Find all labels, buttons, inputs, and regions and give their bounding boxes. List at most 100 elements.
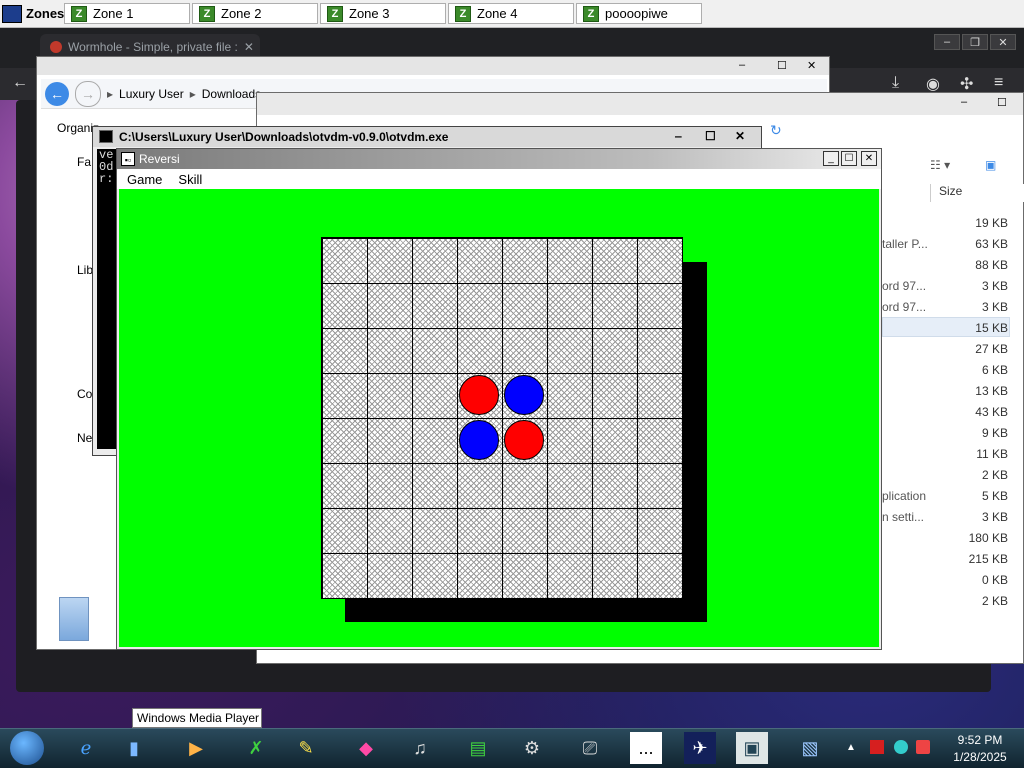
ellipsis-icon[interactable]: ...	[630, 732, 662, 764]
zone-tab-label: Zone 4	[477, 6, 518, 21]
download-icon[interactable]: ⤓	[892, 74, 899, 92]
extensions-icon[interactable]: ✣	[960, 74, 973, 94]
sidebar-favorites[interactable]: Fa	[77, 155, 91, 169]
wormhole-icon	[50, 41, 62, 53]
back-arrow-icon[interactable]: ←	[12, 74, 28, 92]
alert-tray-icon[interactable]	[916, 740, 930, 754]
file-name[interactable]: ord 97...	[882, 300, 926, 314]
cmd-console[interactable]: ve 0d r:	[97, 149, 117, 449]
zone-tab-3[interactable]: Z Zone 3	[320, 3, 446, 24]
explorer-minimize-button[interactable]: ‒	[739, 59, 745, 71]
breadcrumb-sep-icon: ▸	[107, 86, 114, 101]
pencil-icon[interactable]: ✎	[290, 732, 322, 764]
package-icon[interactable]: ⚙	[516, 732, 548, 764]
explorer-maximize-button[interactable]: ☐	[997, 96, 1007, 109]
zones-icon	[2, 4, 22, 23]
flag-icon[interactable]	[870, 740, 884, 754]
file-size: 15 KB	[975, 321, 1008, 335]
sidebar-computer[interactable]: Co	[77, 387, 92, 401]
zone-tab-label: Zone 2	[221, 6, 262, 21]
reversi-disc-blue	[504, 375, 544, 415]
file-size: 3 KB	[981, 300, 1008, 314]
explorer-minimize-button[interactable]: ‒	[961, 96, 967, 108]
file-size: 27 KB	[975, 342, 1008, 356]
zone-icon: Z	[71, 5, 87, 22]
zone-tab-label: Zone 1	[93, 6, 134, 21]
zone-tab-4[interactable]: Z Zone 4	[448, 3, 574, 24]
file-size: 11 KB	[976, 447, 1008, 461]
explorer-titlebar: ‒ ☐	[257, 93, 1023, 115]
browser-minimize-button[interactable]: ‒	[934, 34, 960, 50]
sidebar-libraries[interactable]: Lib	[77, 263, 93, 277]
tab-close-icon[interactable]: ✕	[244, 40, 254, 54]
browser-close-button[interactable]: ✕	[990, 34, 1016, 50]
taskbar-clock[interactable]: 9:52 PM 1/28/2025	[940, 732, 1020, 766]
network-icon[interactable]: ⎚	[574, 732, 606, 764]
account-icon[interactable]: ◉	[926, 74, 940, 94]
view-options-icon[interactable]: ☷ ▾	[930, 158, 950, 172]
box-icon[interactable]: ◆	[350, 732, 382, 764]
image-icon[interactable]: ▧	[794, 732, 826, 764]
zone-tab-2[interactable]: Z Zone 2	[192, 3, 318, 24]
menu-game[interactable]: Game	[127, 172, 162, 187]
reversi-menubar: Game Skill	[117, 169, 881, 189]
cmd-maximize-button[interactable]: ☐	[705, 129, 716, 143]
menu-icon[interactable]: ≡	[994, 74, 1003, 92]
back-icon[interactable]: ←	[45, 81, 69, 106]
cmd-close-button[interactable]: ✕	[735, 129, 745, 143]
clock-date: 1/28/2025	[953, 750, 1007, 764]
size-column-header[interactable]: Size	[930, 184, 1024, 202]
file-name[interactable]: ord 97...	[882, 279, 926, 293]
network-tray-icon[interactable]	[894, 740, 908, 754]
sidebar-network[interactable]: Ne	[77, 431, 92, 445]
reversi-maximize-button[interactable]: ☐	[841, 151, 857, 166]
file-size: 2 KB	[981, 468, 1008, 482]
file-size: 3 KB	[981, 279, 1008, 293]
browser-maximize-button[interactable]: ❐	[962, 34, 988, 50]
zones-root-label: Zones	[26, 6, 65, 21]
file-size: 9 KB	[981, 426, 1008, 440]
zone-tab-5[interactable]: Zpoooopiwe	[576, 3, 702, 24]
breadcrumb-item[interactable]: Downloads	[202, 87, 261, 101]
file-size: 13 KB	[975, 384, 1008, 398]
reversi-client-area	[119, 189, 879, 647]
zone-icon: Z	[455, 5, 471, 22]
reversi-minimize-button[interactable]: _	[823, 151, 839, 166]
taskbar-tooltip: Windows Media Player	[132, 708, 262, 728]
file-size: 3 KB	[981, 510, 1008, 524]
reversi-board[interactable]	[321, 237, 683, 599]
plane-icon[interactable]: ✈	[684, 732, 716, 764]
explorer-close-button[interactable]: ✕	[807, 59, 816, 72]
reversi-disc-red	[459, 375, 499, 415]
file-name[interactable]: taller P...	[882, 237, 928, 251]
explorer-titlebar: ‒ ☐ ✕	[37, 57, 829, 75]
zone-icon[interactable]: ▤	[462, 732, 494, 764]
explorer-maximize-button[interactable]: ☐	[777, 59, 787, 72]
breadcrumb-item[interactable]: Luxury User	[119, 87, 184, 101]
start-button[interactable]	[10, 731, 44, 765]
reversi-title: Reversi	[139, 152, 180, 166]
tray-expand-icon[interactable]: ▲	[846, 742, 856, 753]
forward-icon[interactable]: →	[75, 80, 101, 107]
ie-icon[interactable]: ℯ	[70, 732, 102, 764]
cmd-minimize-button[interactable]: ‒	[675, 129, 682, 143]
zone-icon: Z	[327, 5, 343, 22]
preview-pane-icon[interactable]: ▣	[985, 158, 996, 172]
notes-icon[interactable]: ♫	[404, 732, 436, 764]
reversi-window: ▪▫ Reversi _ ☐ ✕ Game Skill	[116, 148, 882, 650]
file-name[interactable]: n setti...	[882, 510, 924, 524]
window-icon[interactable]: ▣	[736, 732, 768, 764]
menu-skill[interactable]: Skill	[178, 172, 202, 187]
library-icon[interactable]: ▮	[118, 732, 150, 764]
editor-icon[interactable]: ✗	[240, 732, 272, 764]
file-size: 0 KB	[981, 573, 1008, 587]
reversi-app-icon: ▪▫	[121, 152, 135, 166]
reversi-close-button[interactable]: ✕	[861, 151, 877, 166]
zones-root-button[interactable]: Zones	[2, 3, 64, 24]
file-name[interactable]: plication	[882, 489, 926, 503]
zone-tab-1[interactable]: Z Zone 1	[64, 3, 190, 24]
refresh-icon[interactable]: ↻	[770, 122, 782, 139]
cmd-title: C:\Users\Luxury User\Downloads\otvdm-v0.…	[119, 130, 449, 144]
media-player-icon[interactable]: ▶	[180, 732, 212, 764]
zone-tab-label: poooopiwe	[605, 6, 668, 21]
